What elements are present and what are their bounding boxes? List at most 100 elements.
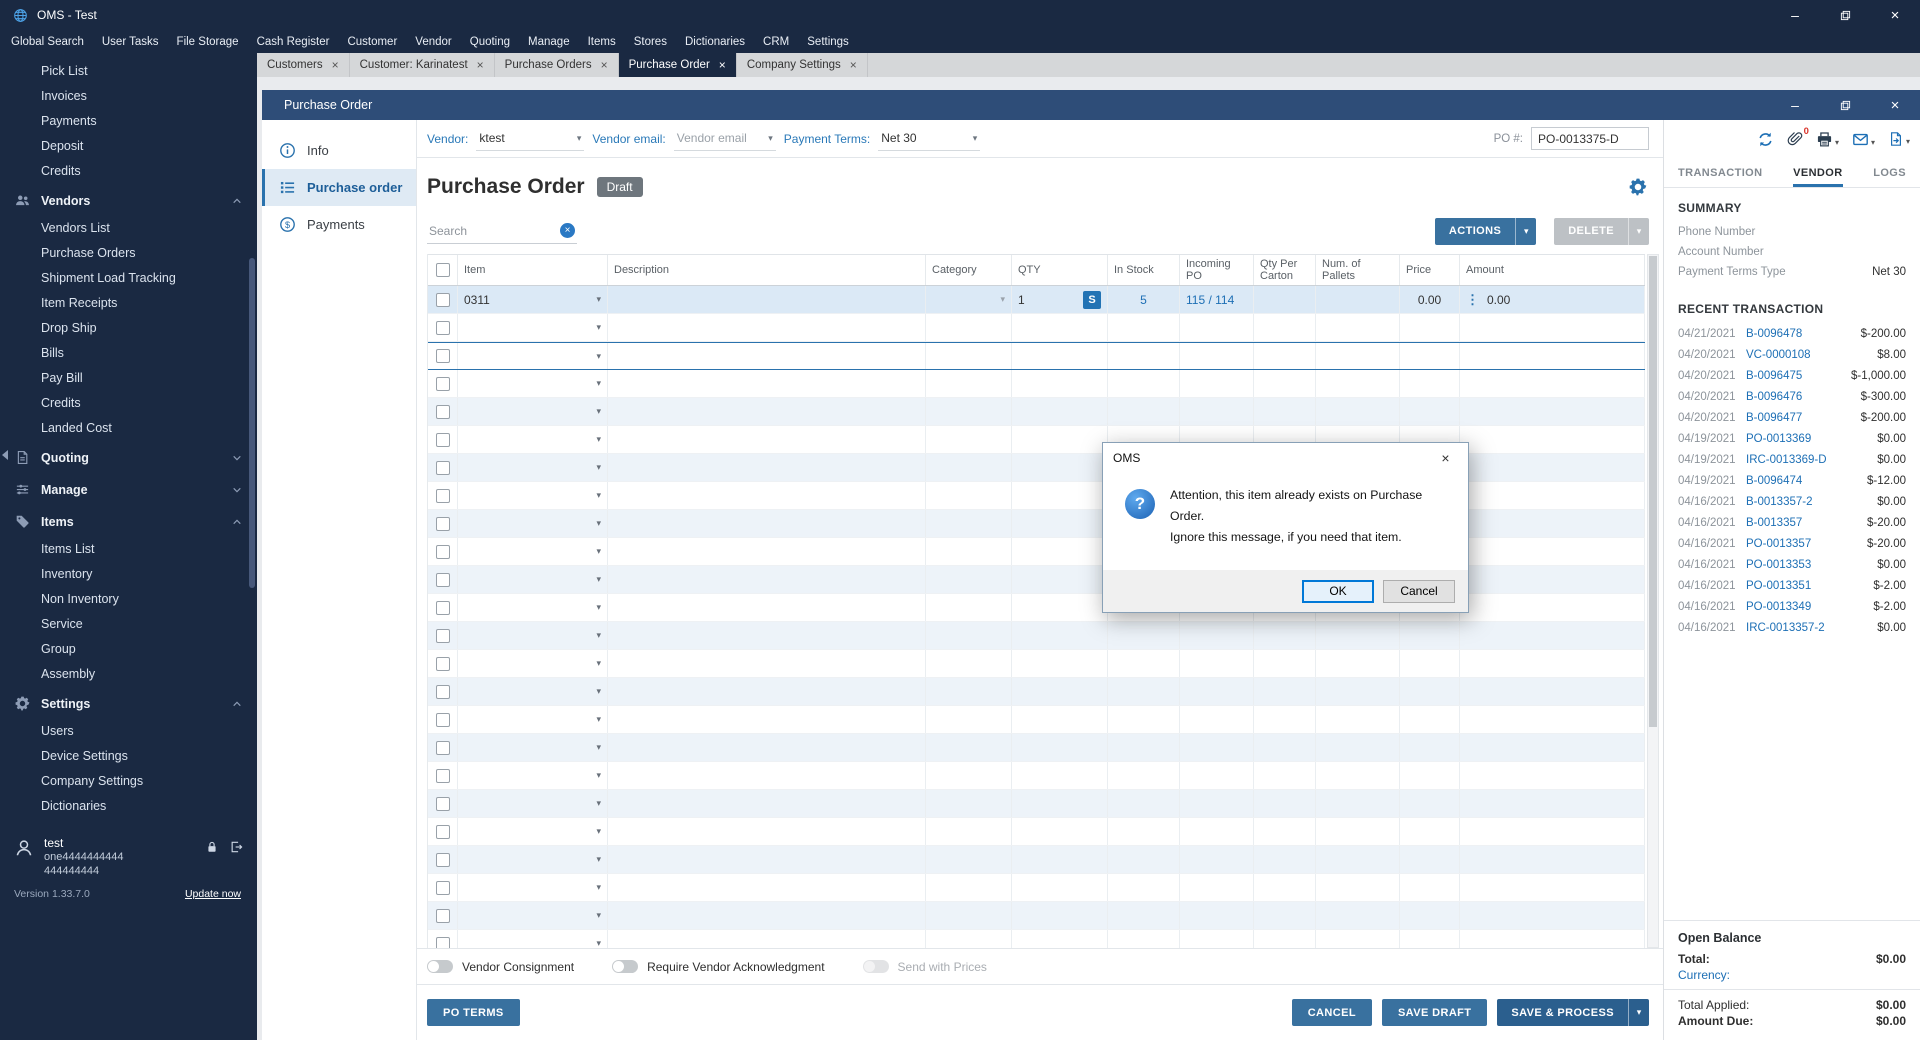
dropdown-caret-icon[interactable] — [596, 434, 601, 445]
transaction-link[interactable]: B-0096474 — [1746, 475, 1861, 487]
sidebar-item-dictionaries[interactable]: Dictionaries — [0, 793, 257, 818]
sidebar-item-inventory[interactable]: Inventory — [0, 561, 257, 586]
close-button[interactable] — [1870, 0, 1920, 30]
sidebar-item-shipment-load-tracking[interactable]: Shipment Load Tracking — [0, 265, 257, 290]
menu-item-file-storage[interactable]: File Storage — [168, 30, 248, 53]
select-all-checkbox[interactable] — [435, 263, 450, 277]
row-checkbox[interactable] — [435, 628, 450, 643]
table-row-item[interactable]: 03111S5115 / 1140.000.00 — [428, 286, 1645, 314]
sidebar-section-items[interactable]: Items — [0, 507, 257, 536]
po-nav-purchase-order[interactable]: Purchase order — [262, 169, 416, 206]
dropdown-caret-icon[interactable] — [1000, 294, 1005, 305]
transaction-link[interactable]: B-0096477 — [1746, 412, 1855, 424]
sidebar-section-manage[interactable]: Manage — [0, 475, 257, 504]
row-checkbox[interactable] — [435, 349, 450, 363]
menu-item-manage[interactable]: Manage — [519, 30, 579, 53]
delete-button[interactable]: DELETE — [1554, 217, 1649, 245]
row-checkbox[interactable] — [435, 852, 450, 867]
menu-item-global-search[interactable]: Global Search — [2, 30, 93, 53]
sidebar-section-settings[interactable]: Settings — [0, 689, 257, 718]
menu-item-dictionaries[interactable]: Dictionaries — [676, 30, 754, 53]
toggle-vendor-consignment[interactable]: Vendor Consignment — [427, 960, 574, 974]
currency-link[interactable]: Currency: — [1678, 968, 1906, 982]
sidebar-item-assembly[interactable]: Assembly — [0, 661, 257, 686]
po-nav-payments[interactable]: $ Payments — [262, 206, 416, 243]
transaction-link[interactable]: B-0013357 — [1746, 517, 1861, 529]
vendor-email-select[interactable]: Vendor email — [673, 127, 776, 151]
tab-close-icon[interactable] — [850, 58, 857, 72]
sidebar-item-non-inventory[interactable]: Non Inventory — [0, 586, 257, 611]
save-process-button[interactable]: SAVE & PROCESS — [1497, 999, 1649, 1026]
sidebar-section-quoting[interactable]: Quoting — [0, 443, 257, 472]
actions-dropdown-icon[interactable] — [1515, 217, 1536, 245]
tab-close-icon[interactable] — [719, 58, 726, 72]
tab-close-icon[interactable] — [477, 58, 484, 72]
sidebar-item-device-settings[interactable]: Device Settings — [0, 743, 257, 768]
email-button[interactable] — [1852, 131, 1875, 148]
cancel-button[interactable]: Cancel — [1383, 579, 1455, 603]
sidebar-item-pay-bill[interactable]: Pay Bill — [0, 365, 257, 390]
dropdown-caret-icon[interactable] — [596, 686, 601, 697]
save-draft-button[interactable]: SAVE DRAFT — [1381, 999, 1488, 1026]
row-menu-icon[interactable] — [1466, 292, 1479, 308]
tab-customer-karinatest[interactable]: Customer: Karinatest — [350, 53, 495, 77]
export-button[interactable] — [1888, 131, 1910, 147]
row-checkbox[interactable] — [435, 768, 450, 783]
table-scrollbar-thumb[interactable] — [1649, 256, 1657, 727]
sidebar-item-credits[interactable]: Credits — [0, 390, 257, 415]
minimize-button[interactable] — [1770, 0, 1820, 30]
row-checkbox[interactable] — [435, 712, 450, 727]
logout-icon[interactable] — [229, 840, 243, 854]
row-checkbox[interactable] — [435, 880, 450, 895]
sidebar-item-credits[interactable]: Credits — [0, 158, 257, 183]
dropdown-caret-icon[interactable] — [596, 294, 601, 305]
search-input[interactable]: Search — [427, 219, 577, 244]
restore-button[interactable] — [1820, 0, 1870, 30]
dropdown-caret-icon[interactable] — [596, 770, 601, 781]
sidebar-collapse-arrow[interactable] — [2, 450, 8, 460]
dropdown-caret-icon[interactable] — [596, 658, 601, 669]
transaction-link[interactable]: IRC-0013357-2 — [1746, 622, 1871, 634]
toggle-send-with-prices[interactable]: Send with Prices — [862, 960, 987, 974]
menu-item-settings[interactable]: Settings — [798, 30, 858, 53]
lock-icon[interactable] — [205, 840, 219, 854]
transaction-link[interactable]: B-0096476 — [1746, 391, 1855, 403]
menu-item-stores[interactable]: Stores — [625, 30, 676, 53]
tab-purchase-order[interactable]: Purchase Order — [618, 53, 737, 77]
tab-company-settings[interactable]: Company Settings — [737, 53, 868, 77]
transaction-link[interactable]: PO-0013349 — [1746, 601, 1867, 613]
dropdown-caret-icon[interactable] — [596, 714, 601, 725]
dropdown-caret-icon[interactable] — [596, 630, 601, 641]
transaction-link[interactable]: PO-0013369 — [1746, 433, 1871, 445]
sidebar-section-vendors[interactable]: Vendors — [0, 186, 257, 215]
row-checkbox[interactable] — [435, 740, 450, 755]
menu-item-items[interactable]: Items — [579, 30, 625, 53]
tab-purchase-orders[interactable]: Purchase Orders — [495, 53, 619, 77]
sidebar-item-pick-list[interactable]: Pick List — [0, 58, 257, 83]
menu-item-customer[interactable]: Customer — [338, 30, 406, 53]
row-checkbox[interactable] — [435, 824, 450, 839]
payment-terms-select[interactable]: Net 30 — [878, 127, 981, 151]
row-checkbox[interactable] — [435, 292, 450, 307]
menu-item-crm[interactable]: CRM — [754, 30, 798, 53]
sidebar-item-item-receipts[interactable]: Item Receipts — [0, 290, 257, 315]
dropdown-caret-icon[interactable] — [596, 546, 601, 557]
dropdown-caret-icon[interactable] — [596, 378, 601, 389]
po-terms-button[interactable]: PO TERMS — [427, 999, 520, 1026]
row-checkbox[interactable] — [435, 404, 450, 419]
sidebar-scrollbar[interactable] — [249, 258, 255, 588]
clear-search-icon[interactable] — [560, 223, 575, 238]
transaction-link[interactable]: B-0096478 — [1746, 328, 1855, 340]
menu-item-quoting[interactable]: Quoting — [461, 30, 519, 53]
dropdown-caret-icon[interactable] — [596, 351, 601, 362]
row-checkbox[interactable] — [435, 600, 450, 615]
tab-close-icon[interactable] — [601, 58, 608, 72]
incoming-po-link[interactable]: 115 / 114 — [1186, 293, 1234, 307]
toggle-require-vendor-acknowledgment[interactable]: Require Vendor Acknowledgment — [612, 960, 825, 974]
dropdown-caret-icon[interactable] — [596, 938, 601, 948]
dropdown-caret-icon[interactable] — [596, 490, 601, 501]
sidebar-item-invoices[interactable]: Invoices — [0, 83, 257, 108]
transaction-link[interactable]: B-0096475 — [1746, 370, 1845, 382]
menu-item-vendor[interactable]: Vendor — [406, 30, 460, 53]
row-checkbox[interactable] — [435, 684, 450, 699]
